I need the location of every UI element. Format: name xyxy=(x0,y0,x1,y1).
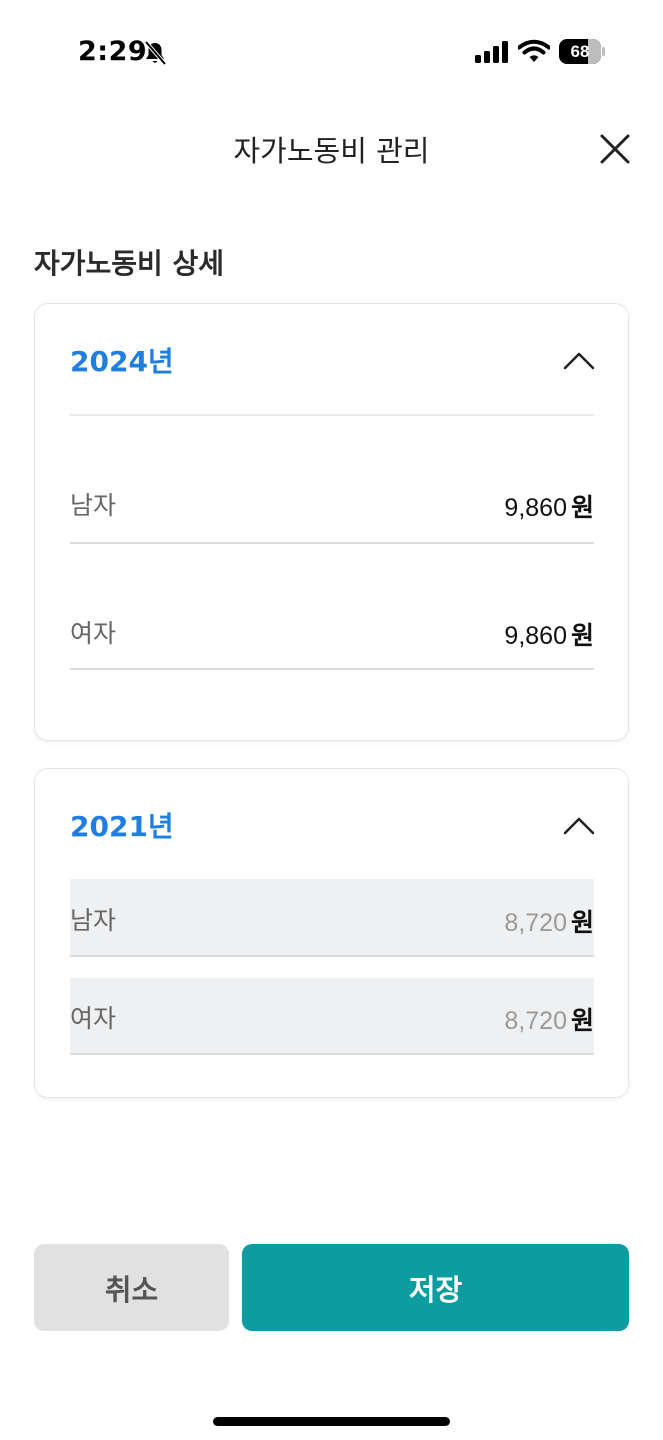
wage-label-female: 여자 xyxy=(70,1004,117,1033)
wage-row-male: 남자 9,860 원 xyxy=(70,464,594,544)
divider xyxy=(70,414,594,416)
wage-unit: 원 xyxy=(570,493,594,522)
wage-label-female: 여자 xyxy=(70,619,117,648)
wifi-icon xyxy=(518,39,550,62)
signal-icon xyxy=(475,41,508,63)
wage-row-male: 남자 8,720 원 xyxy=(70,879,594,957)
year-card-header[interactable]: 2024년 xyxy=(35,304,628,416)
wage-label-male: 남자 xyxy=(70,491,117,520)
chevron-up-icon[interactable] xyxy=(563,350,595,370)
save-button[interactable]: 저장 xyxy=(242,1244,629,1331)
year-label: 2024년 xyxy=(70,345,174,378)
status-bar: 2:29 68 xyxy=(0,0,663,100)
year-card-2021: 2021년 남자 8,720 원 여자 8,720 원 xyxy=(34,768,629,1098)
wage-value: 9,860 xyxy=(504,494,567,522)
wage-value: 8,720 xyxy=(504,1007,567,1035)
chevron-up-icon[interactable] xyxy=(563,815,595,835)
battery-icon: 68 xyxy=(559,39,605,64)
wage-input-male[interactable]: 9,860 원 xyxy=(504,488,594,524)
year-card-header[interactable]: 2021년 xyxy=(35,769,628,877)
wage-label-male: 남자 xyxy=(70,906,117,935)
wage-unit: 원 xyxy=(570,621,594,650)
wage-input-female[interactable]: 9,860 원 xyxy=(504,616,594,652)
cancel-button[interactable]: 취소 xyxy=(34,1244,229,1331)
bell-muted-icon xyxy=(144,40,167,66)
status-time: 2:29 xyxy=(78,36,148,67)
wage-row-female: 여자 8,720 원 xyxy=(70,978,594,1055)
section-title: 자가노동비 상세 xyxy=(34,247,225,280)
wage-row-female: 여자 9,860 원 xyxy=(70,590,594,670)
close-icon[interactable] xyxy=(596,130,634,168)
page-title: 자가노동비 관리 xyxy=(233,134,430,168)
wage-unit: 원 xyxy=(570,908,594,937)
year-label: 2021년 xyxy=(70,810,174,843)
battery-level: 68 xyxy=(570,42,590,61)
year-card-2024: 2024년 남자 9,860 원 여자 9,860 원 xyxy=(34,303,629,741)
wage-input-female: 8,720 원 xyxy=(504,1001,594,1037)
wage-value: 8,720 xyxy=(504,909,567,937)
wage-input-male: 8,720 원 xyxy=(504,903,594,939)
wage-unit: 원 xyxy=(570,1006,594,1035)
wage-value: 9,860 xyxy=(504,622,567,650)
home-indicator[interactable] xyxy=(213,1417,450,1426)
